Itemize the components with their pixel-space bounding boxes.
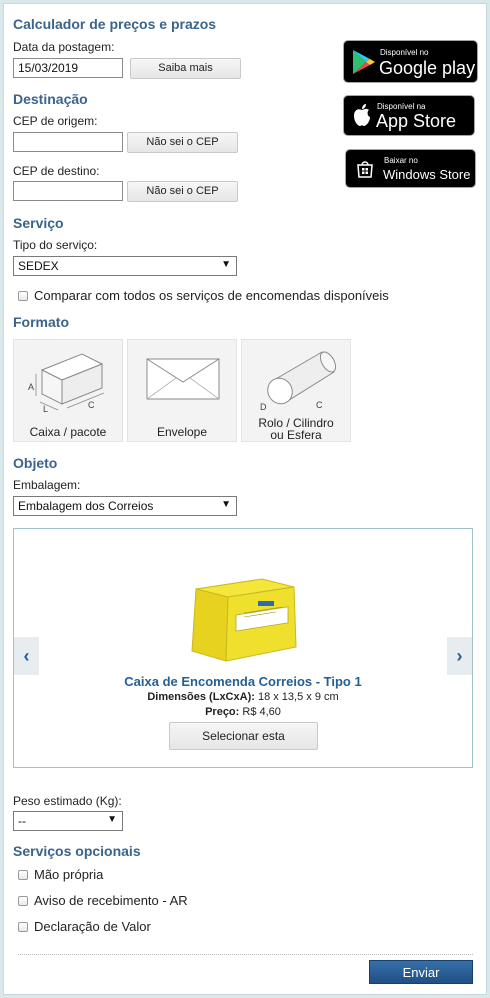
destination-cep-input[interactable]	[13, 181, 123, 201]
select-packaging-button[interactable]: Selecionar esta	[169, 722, 318, 750]
packaging-label: Embalagem:	[13, 478, 81, 492]
windows-store-small-text: Baixar no	[384, 156, 418, 165]
product-price: Preço: R$ 4,60	[14, 706, 472, 718]
google-play-icon	[353, 50, 375, 74]
packaging-carousel: ‹ › Caixa de Encomenda Correios - Tipo 1…	[13, 528, 473, 768]
box-dim-c: C	[88, 400, 95, 410]
date-input[interactable]	[13, 58, 123, 78]
envelope-icon	[146, 358, 220, 400]
format-title: Formato	[13, 314, 69, 330]
destination-cep-label: CEP de destino:	[13, 164, 100, 178]
compare-services-label: Comparar com todos os serviços de encome…	[34, 288, 389, 303]
destination-title: Destinação	[13, 91, 88, 107]
chevron-down-icon: ▼	[221, 259, 231, 270]
product-dimensions-value: 18 x 13,5 x 9 cm	[257, 691, 339, 703]
carousel-next-button[interactable]: ›	[447, 637, 472, 675]
product-title: Caixa de Encomenda Correios - Tipo 1	[124, 674, 362, 689]
weight-label: Peso estimado (Kg):	[13, 794, 122, 808]
weight-select[interactable]: -- ▼	[13, 811, 123, 831]
google-play-big-text: Google play	[379, 58, 476, 78]
weight-value: --	[18, 814, 26, 828]
chevron-left-icon: ‹	[23, 646, 30, 666]
cylinder-icon: D C	[260, 351, 337, 412]
product-price-label: Preço:	[205, 706, 240, 718]
format-envelope-card[interactable]: Envelope	[127, 339, 237, 442]
receipt-notice-checkbox[interactable]	[18, 896, 28, 906]
box-icon: A L C	[28, 353, 105, 412]
app-store-badge[interactable]: Disponível na App Store	[343, 95, 475, 136]
origin-unknown-cep-button[interactable]: Não sei o CEP	[127, 132, 238, 153]
format-box-card[interactable]: A L C Caixa / pacote	[13, 339, 123, 442]
format-envelope-label: Envelope	[156, 425, 208, 439]
calculator-panel: Calculador de preços e prazos Data da po…	[3, 3, 487, 995]
product-box-image	[191, 578, 297, 662]
product-dimensions: Dimensões (LxCxA): 18 x 13,5 x 9 cm	[14, 691, 472, 703]
cylinder-dim-c: C	[316, 400, 323, 410]
submit-button[interactable]: Enviar	[369, 960, 473, 984]
compare-services-checkbox[interactable]	[18, 291, 28, 301]
declared-value-label: Declaração de Valor	[34, 919, 151, 934]
format-box-label: Caixa / pacote	[29, 425, 107, 439]
windows-store-icon	[357, 161, 373, 178]
object-title: Objeto	[13, 455, 58, 471]
own-hand-label: Mão própria	[34, 867, 104, 882]
divider	[18, 954, 473, 955]
service-type-select[interactable]: SEDEX ▼	[13, 256, 237, 276]
cylinder-dim-d: D	[260, 402, 267, 412]
app-store-small-text: Disponível na	[377, 102, 426, 111]
chevron-down-icon: ▼	[107, 814, 117, 825]
origin-cep-input[interactable]	[13, 132, 123, 152]
product-dimensions-label: Dimensões (LxCxA):	[147, 691, 255, 703]
destination-unknown-cep-button[interactable]: Não sei o CEP	[127, 181, 238, 202]
optional-services-title: Serviços opcionais	[13, 843, 141, 859]
chevron-right-icon: ›	[456, 646, 463, 666]
carousel-prev-button[interactable]: ‹	[14, 637, 39, 675]
format-cylinder-label-line2: ou Esfera	[270, 428, 322, 442]
learn-more-button[interactable]: Saiba mais	[130, 58, 241, 79]
own-hand-checkbox[interactable]	[18, 870, 28, 880]
receipt-notice-label: Aviso de recebimento - AR	[34, 893, 188, 908]
google-play-small-text: Disponível no	[380, 48, 429, 57]
windows-store-big-text: Windows Store	[383, 167, 471, 182]
origin-cep-label: CEP de origem:	[13, 114, 98, 128]
format-cylinder-card[interactable]: D C Rolo / Cilindro ou Esfera	[241, 339, 351, 442]
service-type-value: SEDEX	[18, 259, 59, 273]
apple-icon	[354, 104, 370, 126]
date-label: Data da postagem:	[13, 40, 115, 54]
service-type-label: Tipo do serviço:	[13, 238, 98, 252]
windows-store-badge[interactable]: Baixar no Windows Store	[345, 149, 476, 188]
box-dim-l: L	[43, 404, 48, 412]
service-title: Serviço	[13, 215, 64, 231]
box-dim-a: A	[28, 382, 34, 392]
chevron-down-icon: ▼	[221, 499, 231, 510]
google-play-badge[interactable]: Disponível no Google play	[343, 40, 478, 83]
packaging-value: Embalagem dos Correios	[18, 499, 154, 513]
packaging-select[interactable]: Embalagem dos Correios ▼	[13, 496, 237, 516]
declared-value-checkbox[interactable]	[18, 922, 28, 932]
page-title: Calculador de preços e prazos	[13, 16, 217, 32]
product-price-value: R$ 4,60	[242, 706, 281, 718]
app-store-big-text: App Store	[376, 111, 457, 131]
